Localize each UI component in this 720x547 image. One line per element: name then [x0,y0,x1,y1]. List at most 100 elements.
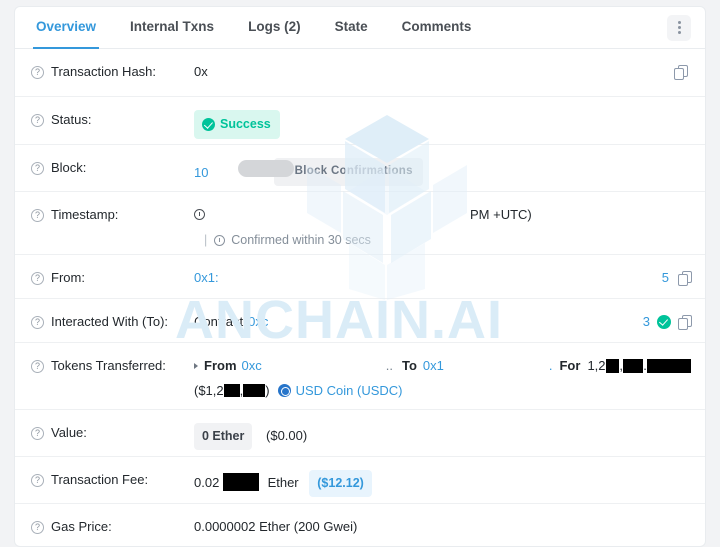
redaction-bar [223,384,240,397]
token-usd-open: ($1,2 [194,383,224,398]
confirmed-within-text: Confirmed within 30 secs [231,233,371,247]
question-mark-icon[interactable]: ? [31,426,44,440]
value-transaction-fee: 0.02 Ether ($12.12) [194,457,691,497]
row-gas-price: ? Gas Price: 0.0000002 Ether (200 Gwei) [15,504,705,546]
question-mark-icon[interactable]: ? [31,520,44,534]
kebab-dot [677,26,681,29]
value-value: 0 Ether ($0.00) [194,410,691,450]
block-value-wrap: 10 9 Block Confirmations [194,158,423,186]
label-text: Tokens Transferred: [51,358,166,373]
value-status: Success [194,97,691,139]
question-mark-icon[interactable]: ? [31,208,44,222]
label-transaction-fee: ? Transaction Fee: [31,457,194,489]
gas-price-text: 0.0000002 Ether (200 Gwei) [194,519,358,534]
usdc-token-icon [277,384,291,397]
label-timestamp: ? Timestamp: [31,192,194,224]
token-from-address[interactable]: 0xc [242,356,262,375]
tab-state-label: State [334,19,368,34]
row-transaction-hash: ? Transaction Hash: 0x [15,49,705,97]
label-text: Value: [51,425,87,440]
question-mark-icon[interactable]: ? [31,65,44,79]
token-transfer-line: From 0xc .. To 0x1 . For 1,2 , . [194,356,691,375]
tab-comments[interactable]: Comments [385,7,489,48]
question-mark-icon[interactable]: ? [31,473,44,487]
label-value: ? Value: [31,410,194,442]
label-text: Interacted With (To): [51,314,169,329]
row-interacted-with: ? Interacted With (To): Contract 0xc 3 [15,299,705,343]
tab-overview-label: Overview [36,19,97,34]
copy-icon[interactable] [674,65,688,80]
token-amount-prefix: 1,2 [587,358,606,373]
from-address-tail[interactable]: 5 [662,268,669,287]
tab-internal-txns-label: Internal Txns [130,19,215,34]
value-transaction-hash: 0x [194,49,691,81]
from-address-tail-group: 5 [662,268,692,287]
question-mark-icon[interactable]: ? [31,113,44,127]
token-to-address[interactable]: 0x1 [423,356,444,375]
value-block: 10 9 Block Confirmations [194,145,691,186]
label-interacted-with: ? Interacted With (To): [31,299,194,331]
copy-icon[interactable] [678,314,692,330]
token-from-ellipsis: .. [385,358,393,373]
fee-amount-prefix: 0.02 [194,475,220,490]
stopwatch-icon [214,235,226,246]
label-text: Gas Price: [51,519,112,534]
value-tokens-transferred: From 0xc .. To 0x1 . For 1,2 , . ($1,2 ,… [194,343,691,400]
value-from: 0x1: 5 [194,255,692,287]
kebab-dot [677,31,681,34]
token-to-period: . [548,358,553,373]
question-mark-icon[interactable]: ? [31,359,44,373]
caret-right-icon[interactable] [194,362,198,369]
value-gas-price: 0.0000002 Ether (200 Gwei) [194,504,691,536]
row-value: ? Value: 0 Ether ($0.00) [15,410,705,457]
tab-state[interactable]: State [318,7,385,48]
status-badge: Success [194,110,280,139]
label-text: From: [51,270,85,285]
to-address-tail[interactable]: 3 [643,312,650,331]
question-mark-icon[interactable]: ? [31,161,44,175]
check-circle-icon [657,314,671,329]
detail-rows: ? Transaction Hash: 0x ? Status: Success… [15,49,705,546]
from-address-link[interactable]: 0x1: [194,268,219,287]
row-transaction-fee: ? Transaction Fee: 0.02 Ether ($12.12) [15,457,705,504]
tab-comments-label: Comments [401,19,472,34]
block-number-link[interactable]: 10 [194,163,208,182]
page-root: Overview Internal Txns Logs (2) State Co… [0,0,720,547]
status-badge-label: Success [220,117,271,131]
tab-logs[interactable]: Logs (2) [231,7,318,48]
tab-overview[interactable]: Overview [19,7,113,49]
tab-bar: Overview Internal Txns Logs (2) State Co… [15,7,705,49]
value-ether-chip: 0 Ether [194,423,253,450]
kebab-dot [677,21,681,24]
tab-logs-label: Logs (2) [248,19,301,34]
copy-icon[interactable] [678,270,692,286]
to-address-link[interactable]: 0xc [248,312,268,331]
to-address-row: Contract 0xc 3 [194,312,692,331]
label-tokens-transferred: ? Tokens Transferred: [31,343,194,375]
token-for-label: For [559,358,581,373]
fee-usd-chip: ($12.12) [309,470,372,497]
kebab-menu-icon[interactable] [667,14,691,41]
from-address-row: 0x1: 5 [194,268,692,287]
redaction-bar [243,384,266,397]
contract-prefix: Contract [194,314,244,329]
tab-internal-txns[interactable]: Internal Txns [113,7,231,48]
token-name-link[interactable]: USD Coin (USDC) [296,381,403,400]
check-circle-icon [202,118,215,131]
timestamp-suffix: PM +UTC) [470,207,532,222]
transaction-hash-text: 0x [194,64,208,79]
fee-unit: Ether [267,475,299,490]
redaction-pill [238,160,295,177]
value-timestamp: PM +UTC) | Confirmed within 30 secs [194,192,691,250]
to-address-tail-group: 3 [643,312,692,331]
row-status: ? Status: Success [15,97,705,145]
clock-icon [194,209,205,220]
label-text: Transaction Hash: [51,64,157,79]
token-to-label: To [401,358,417,373]
timestamp-separator: | [204,233,208,247]
question-mark-icon[interactable]: ? [31,271,44,285]
block-confirmations-pill: 9 Block Confirmations [238,158,423,186]
question-mark-icon[interactable]: ? [31,315,44,329]
transaction-details-card: Overview Internal Txns Logs (2) State Co… [14,6,706,547]
redaction-bar [605,358,620,373]
